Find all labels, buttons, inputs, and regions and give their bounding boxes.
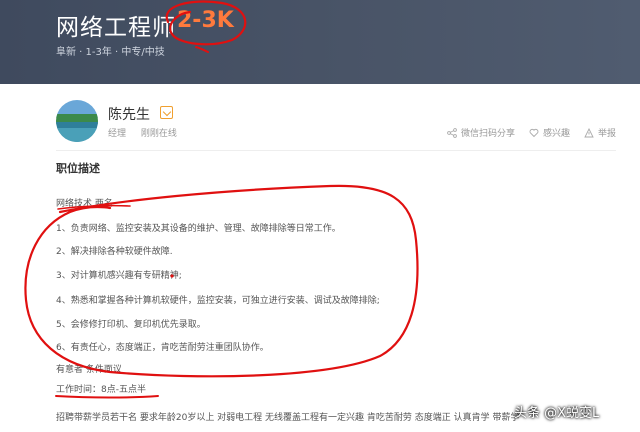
salary-range: 2-3K (177, 8, 234, 33)
section-divider (56, 150, 616, 151)
recruit-text: 招聘带薪学员若干名 要求年龄20岁以上 对弱电工程 无线覆盖工程有一定兴趣 肯吃… (56, 413, 520, 423)
interest-button[interactable]: 感兴趣 (529, 126, 570, 139)
duty-item: 4、熟悉和掌握各种计算机软硬件，监控安装，可独立进行安装、调试及故障排除; (56, 296, 380, 306)
job-title: 网络工程师 (56, 15, 176, 41)
recruiter-meta: 经理 刚刚在线 (108, 126, 189, 139)
share-label: 微信扫码分享 (460, 129, 515, 139)
verified-badge-icon (160, 106, 173, 119)
job-header: 网络工程师 2-3K 阜新 · 1-3年 · 中专/中技 (0, 0, 640, 84)
recruiter-role: 经理 (108, 129, 127, 139)
share-button[interactable]: 微信扫码分享 (447, 126, 515, 139)
duty-item: 1、负责网络、监控安装及其设备的维护、管理、故障排除等日常工作。 (56, 224, 341, 234)
job-meta: 阜新 · 1-3年 · 中专/中技 (56, 47, 165, 58)
duty-item: 3、对计算机感兴趣有专研精神; (56, 271, 182, 281)
salary-note: 有意者 条件面议 (56, 365, 122, 375)
heart-icon (529, 128, 539, 137)
action-bar: 微信扫码分享 感兴趣 举报 (447, 126, 616, 139)
work-time: 工作时间：8点-五点半 (56, 385, 146, 395)
share-icon (447, 127, 457, 138)
description-intro: 网络技术 两名 (56, 199, 113, 209)
duty-item: 2、解决排除各种软硬件故障. (56, 247, 173, 257)
interest-label: 感兴趣 (542, 129, 570, 139)
duty-item: 6、有责任心，态度端正，肯吃苦耐劳注重团队协作。 (56, 343, 269, 353)
recruiter-name: 陈先生 (108, 107, 150, 123)
report-button[interactable]: 举报 (584, 126, 616, 139)
recruiter-status: 刚刚在线 (140, 129, 177, 139)
report-label: 举报 (597, 129, 616, 139)
warning-icon (584, 127, 594, 137)
watermark: 头条 @X蜕变L (514, 406, 600, 421)
duty-item: 5、会修修打印机、复印机优先录取。 (56, 320, 206, 330)
recruiter-avatar[interactable] (56, 100, 98, 142)
section-title: 职位描述 (56, 162, 100, 175)
